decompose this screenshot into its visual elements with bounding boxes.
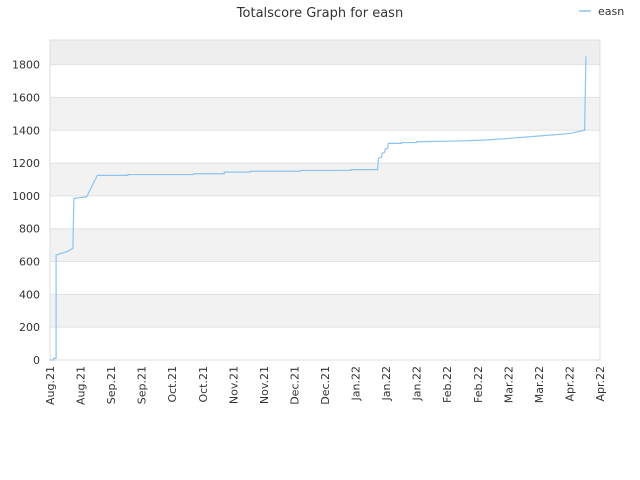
plot-band xyxy=(50,97,600,131)
y-tick-label: 800 xyxy=(19,223,40,236)
plot-band xyxy=(50,228,600,262)
y-tick-label: 1200 xyxy=(12,157,40,170)
legend: easn xyxy=(579,5,624,18)
x-axis: Aug.21 Aug.21 Sep.21 Sep.21 Oct.21 Oct.21 Nov.… xyxy=(44,366,607,405)
y-tick-label: 1600 xyxy=(12,91,40,104)
y-tick-label: 1000 xyxy=(12,190,40,203)
x-tick-label: Oct.21 xyxy=(166,366,179,403)
y-tick-label: 1400 xyxy=(12,124,40,137)
plot-band xyxy=(50,294,600,328)
plot-band xyxy=(50,64,600,98)
plot-band xyxy=(50,261,600,295)
x-tick-label: Jan.22 xyxy=(350,366,363,401)
x-tick-label: Oct.21 xyxy=(197,366,210,403)
plot-band xyxy=(50,40,600,65)
x-tick-label: Sep.21 xyxy=(105,366,118,404)
y-tick-label: 600 xyxy=(19,256,40,269)
y-tick-label: 1800 xyxy=(12,59,40,72)
x-tick-label: Feb.22 xyxy=(472,366,485,403)
x-tick-label: Apr.22 xyxy=(563,366,576,402)
x-tick-label: Nov.21 xyxy=(258,366,271,404)
chart-title: Totalscore Graph for easn xyxy=(236,6,403,21)
x-tick-label: Dec.21 xyxy=(319,366,332,405)
x-tick-label: Sep.21 xyxy=(136,366,149,404)
x-tick-label: Mar.22 xyxy=(502,366,515,403)
x-tick-label: Dec.21 xyxy=(288,366,301,405)
x-tick-label: Apr.22 xyxy=(594,366,607,402)
y-tick-label: 200 xyxy=(19,321,40,334)
legend-label-easn: easn xyxy=(598,5,624,18)
totalscore-chart: Totalscore Graph for easn 0 200 400 600 800 1… xyxy=(12,5,624,405)
plot-band xyxy=(50,327,600,360)
plot-band xyxy=(50,195,600,229)
x-tick-label: Feb.22 xyxy=(441,366,454,403)
x-tick-label: Jan.22 xyxy=(411,366,424,401)
plot-band xyxy=(50,130,600,164)
y-axis: 0 200 400 600 800 1000 1200 1400 1600 1800 xyxy=(12,59,40,367)
x-tick-label: Aug.21 xyxy=(75,366,88,405)
x-tick-label: Mar.22 xyxy=(533,366,546,403)
x-tick-label: Jan.22 xyxy=(380,366,393,401)
y-tick-label: 400 xyxy=(19,288,40,301)
plot-background-bands xyxy=(50,40,600,360)
plot-band xyxy=(50,163,600,196)
x-tick-label: Aug.21 xyxy=(44,366,57,405)
y-tick-label: 0 xyxy=(33,354,40,367)
x-tick-label: Nov.21 xyxy=(227,366,240,404)
